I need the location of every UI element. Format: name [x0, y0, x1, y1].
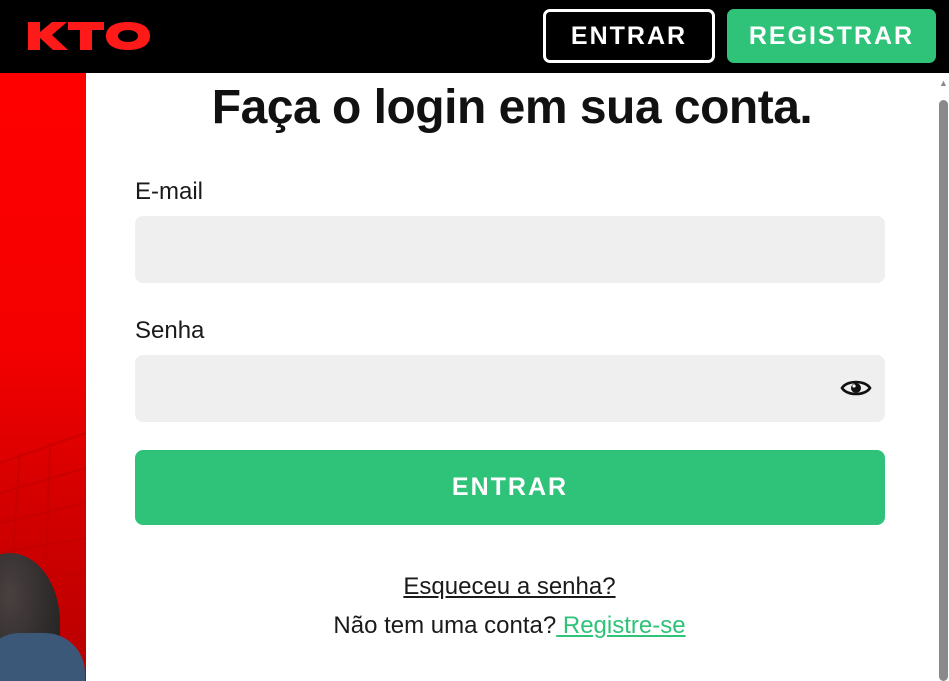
promo-banner-image	[0, 73, 86, 681]
email-field[interactable]	[135, 216, 885, 283]
signup-prompt: Não tem uma conta? Registre-se	[86, 612, 933, 640]
password-label: Senha	[135, 317, 205, 344]
chevron-up-icon[interactable]: ▲	[938, 78, 949, 88]
email-label: E-mail	[135, 178, 204, 205]
header-register-button[interactable]: REGISTRAR	[727, 9, 936, 63]
forgot-password-link[interactable]: Esqueceu a senha?	[86, 573, 933, 601]
top-navigation-bar: ENTRAR REGISTRAR	[0, 0, 949, 73]
page-title: Faça o login em sua conta.	[211, 81, 813, 134]
register-link[interactable]: Registre-se	[556, 612, 686, 639]
no-account-text: Não tem uma conta?	[333, 612, 557, 639]
scrollbar-thumb[interactable]	[939, 100, 948, 681]
kto-logo[interactable]	[28, 16, 152, 56]
header-login-button[interactable]: ENTRAR	[543, 9, 715, 63]
login-submit-button[interactable]: ENTRAR	[135, 450, 885, 525]
eye-icon[interactable]	[840, 377, 872, 399]
password-field[interactable]	[135, 355, 885, 422]
